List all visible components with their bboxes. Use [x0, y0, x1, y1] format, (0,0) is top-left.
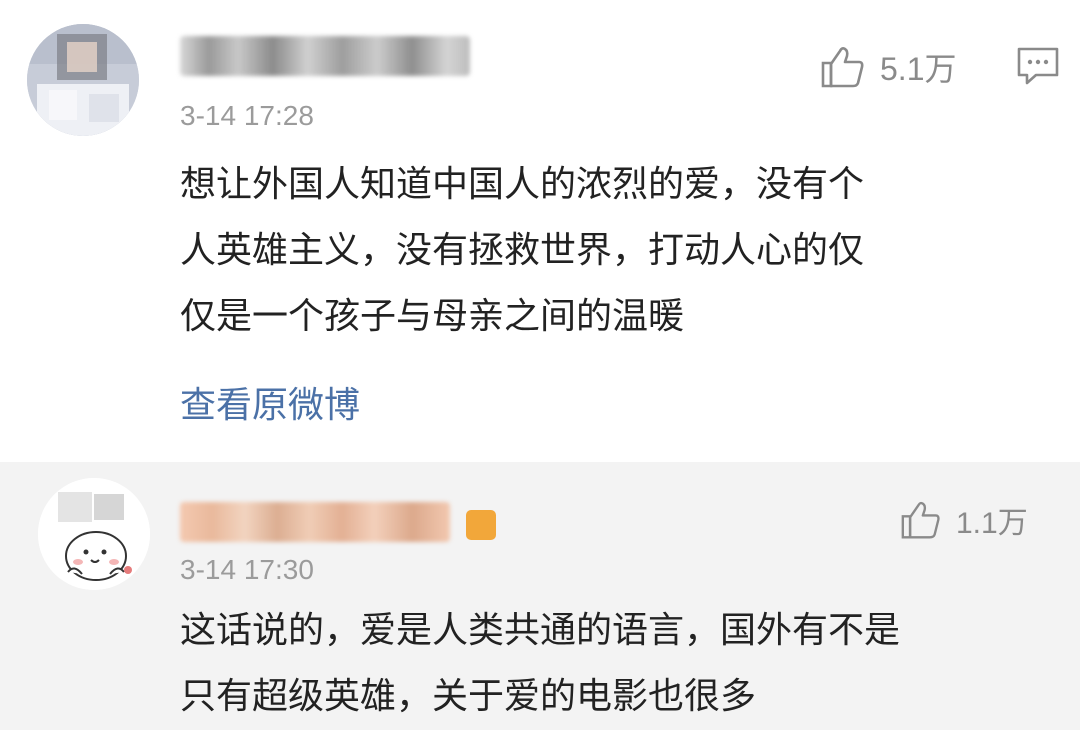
avatar-image	[38, 478, 150, 590]
comment-feed: 3-14 17:28 5.1万 想让外国人知道中国人的浓烈的爱，没有个 人英雄主…	[0, 0, 1080, 730]
username-blurred[interactable]	[180, 502, 450, 542]
like-count: 1.1万	[956, 507, 1028, 540]
like-count: 5.1万	[880, 51, 957, 87]
comment-time: 3-14 17:30	[180, 554, 314, 585]
comment-item: 3-14 17:28 5.1万 想让外国人知道中国人的浓烈的爱，没有个 人英雄主…	[0, 0, 1080, 462]
view-original-post-link[interactable]: 查看原微博	[180, 376, 360, 428]
comment-line: 只有超级英雄，关于爱的电影也很多	[180, 676, 757, 717]
comment-line: 想让外国人知道中国人的浓烈的爱，没有个	[180, 164, 865, 205]
comment-content: 这话说的，爱是人类共通的语言，国外有不是 只有超级英雄，关于爱的电影也很多	[180, 598, 1040, 730]
comment-line: 这话说的，爱是人类共通的语言，国外有不是	[180, 610, 901, 651]
thumbs-up-icon	[821, 47, 864, 88]
avatar-image	[27, 24, 139, 136]
username-blurred[interactable]	[180, 36, 470, 76]
avatar[interactable]	[27, 24, 139, 136]
comment-line: 仅是一个孩子与母亲之间的温暖	[180, 296, 685, 337]
comment-item: 3-14 17:30 1.1万 这话说的，爱是人类共通的语言，国外有不是 只有超…	[0, 462, 1080, 730]
comment-time: 3-14 17:28	[180, 100, 314, 131]
comment-icon	[1017, 47, 1059, 85]
member-badge-icon	[466, 510, 496, 540]
reply-button[interactable]	[1016, 46, 1060, 90]
like-button[interactable]: 1.1万	[900, 498, 1028, 542]
thumbs-up-icon	[901, 501, 940, 539]
avatar[interactable]	[38, 478, 150, 590]
like-button[interactable]: 5.1万	[820, 44, 957, 90]
comment-line: 人英雄主义，没有拯救世界，打动人心的仅	[180, 230, 865, 271]
comment-content: 想让外国人知道中国人的浓烈的爱，没有个 人英雄主义，没有拯救世界，打动人心的仅 …	[180, 152, 1040, 350]
